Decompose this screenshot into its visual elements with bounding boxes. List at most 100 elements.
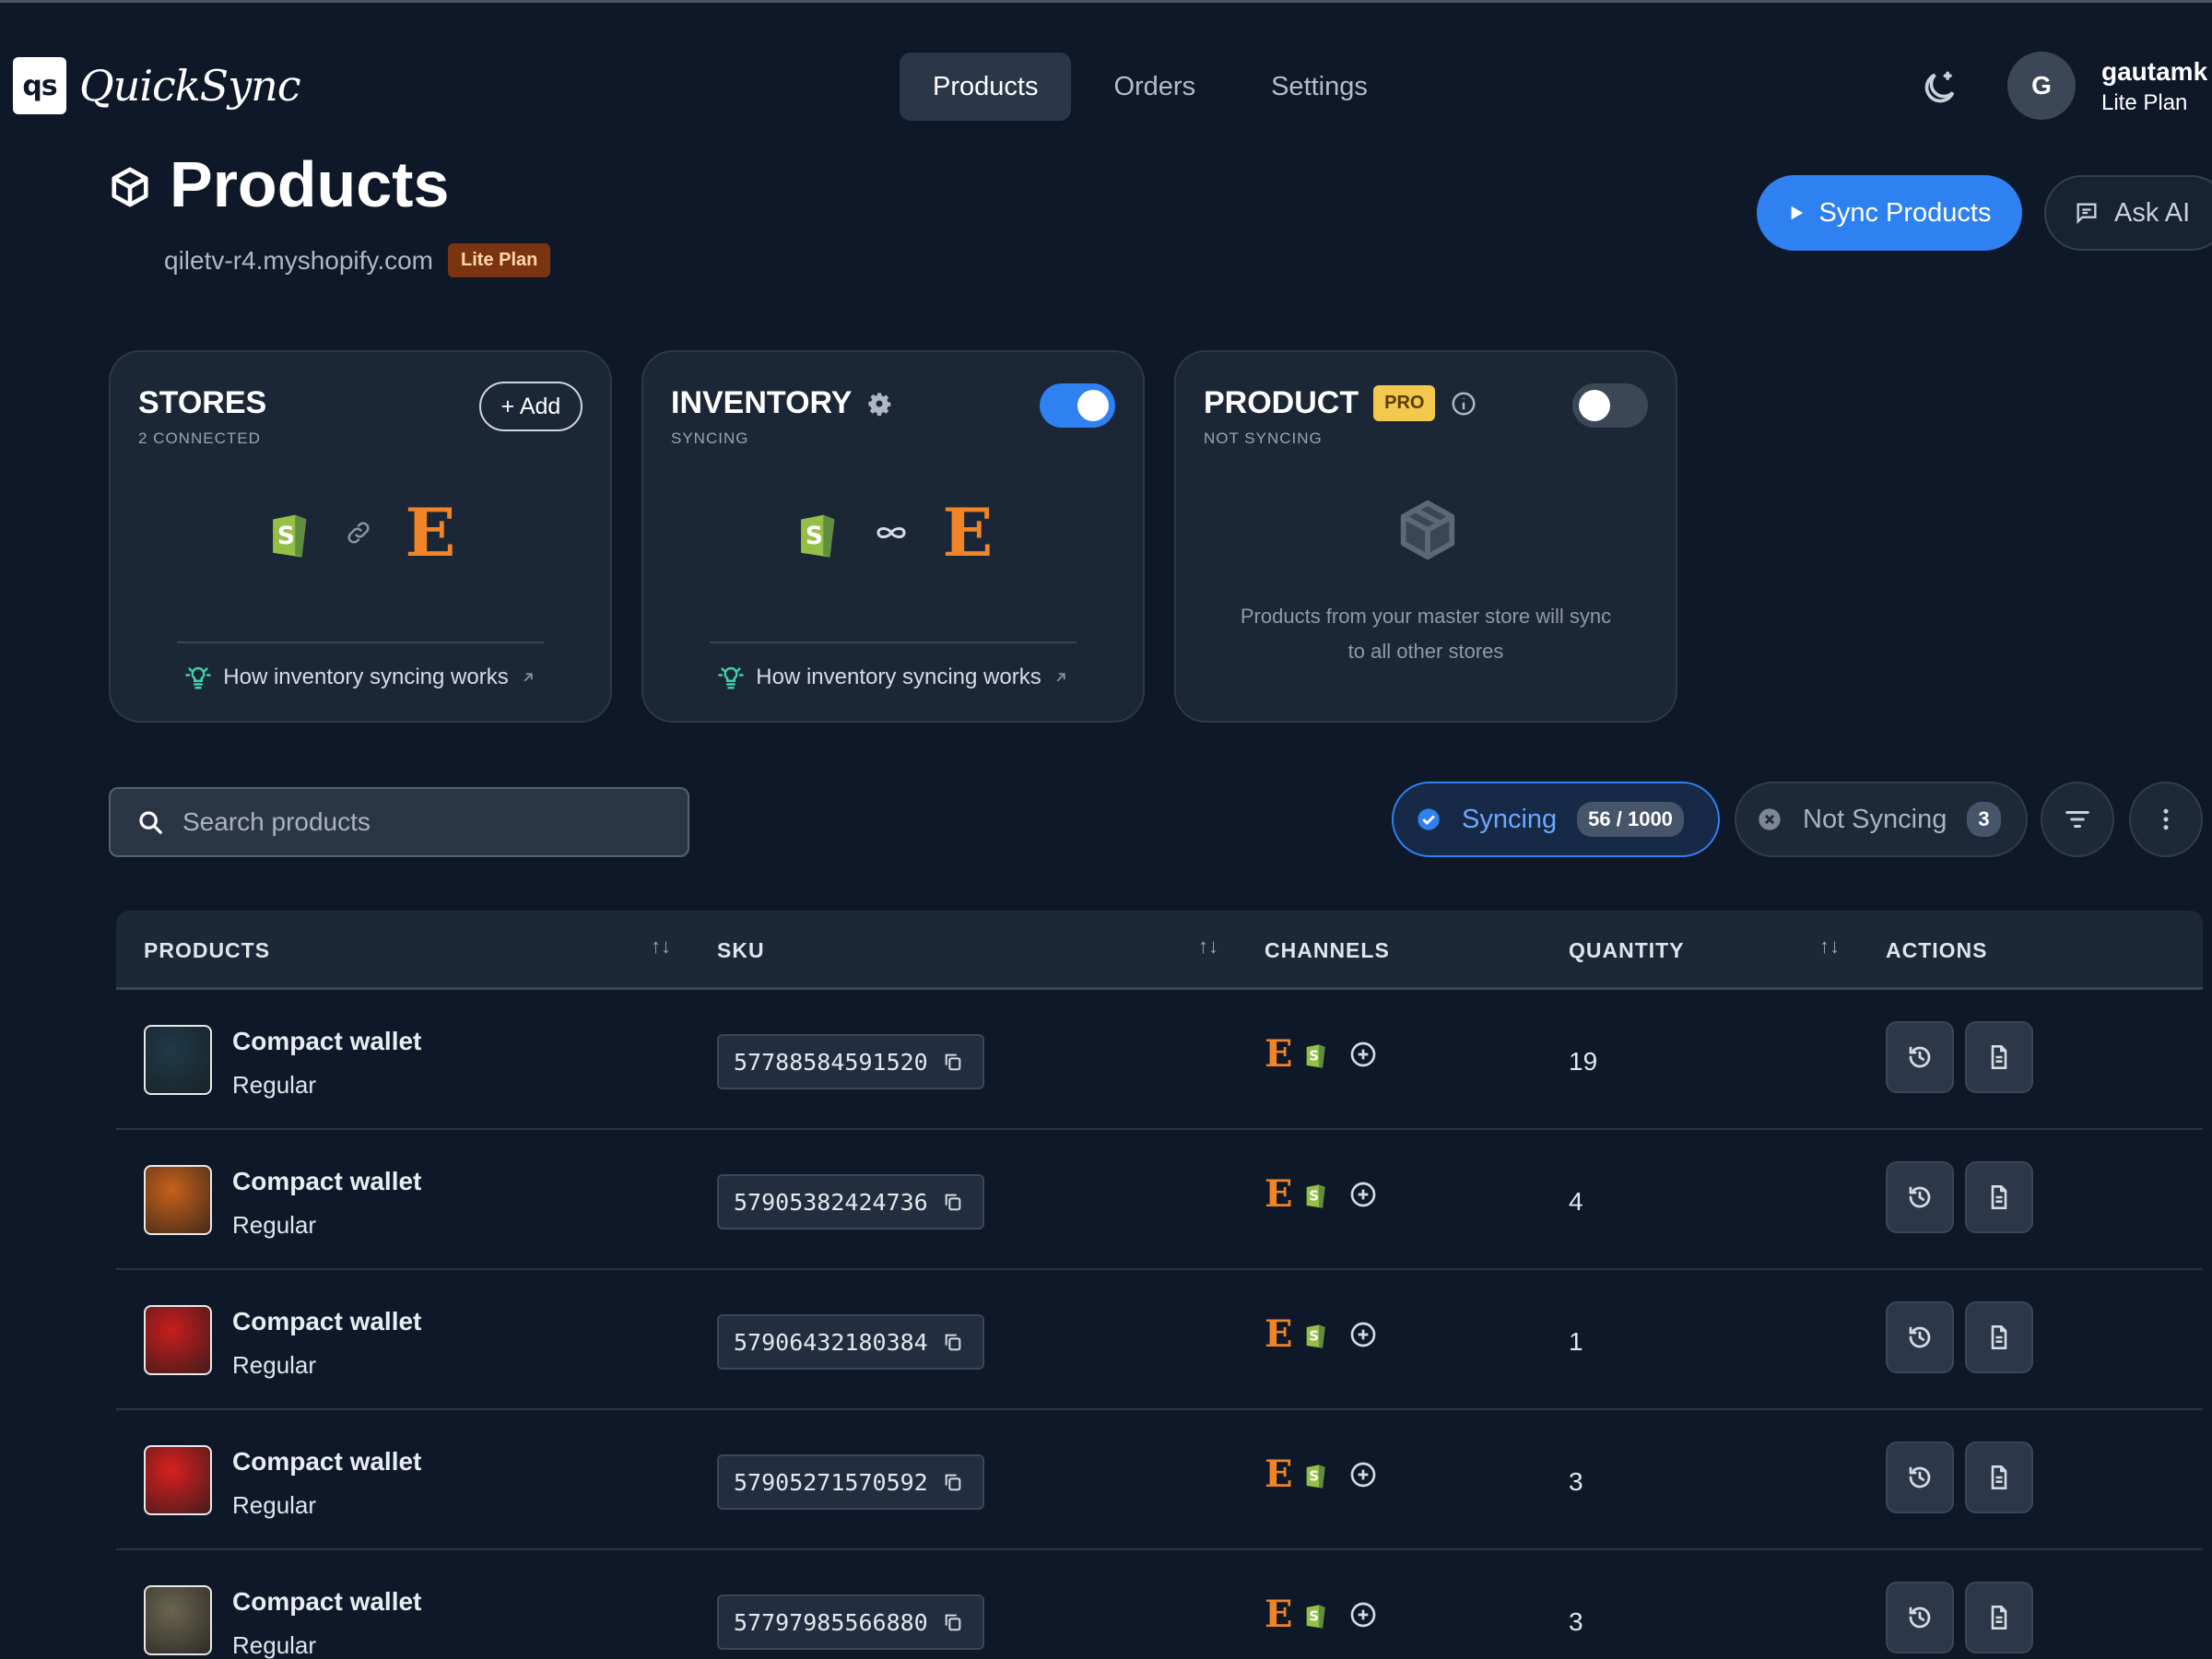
quantity-value: 19 [1569, 1047, 1598, 1076]
column-header-channels: CHANNELS [1265, 938, 1390, 962]
history-icon [1909, 1326, 1931, 1348]
user-name: gautamk [2101, 57, 2208, 86]
search-box[interactable] [109, 787, 689, 857]
stores-card: STORES 2 CONNECTED + Add S E How invento… [109, 350, 612, 723]
copy-icon[interactable] [943, 1472, 963, 1492]
product-name[interactable]: Compact wallet [232, 1027, 421, 1056]
inventory-title: INVENTORY [671, 385, 853, 420]
sort-icon[interactable]: ↑↓ [651, 935, 671, 959]
gear-icon[interactable] [866, 391, 892, 417]
add-circle-icon[interactable] [1348, 1040, 1378, 1069]
filter-button[interactable] [2041, 782, 2114, 857]
history-button[interactable] [1886, 1582, 1954, 1653]
details-button[interactable] [1965, 1161, 2033, 1233]
sku-value: 57797985566880 [734, 1608, 928, 1636]
history-icon [1909, 1186, 1931, 1208]
how-syncing-label: How inventory syncing works [756, 665, 1041, 689]
more-options-button[interactable] [2129, 782, 2203, 857]
shopify-icon: S [1306, 1044, 1325, 1068]
syncing-label: Syncing [1462, 804, 1558, 834]
column-header-sku[interactable]: SKU [717, 938, 765, 963]
link-icon [347, 522, 370, 544]
add-store-button[interactable]: + Add [479, 382, 582, 431]
shopify-icon: S [1306, 1465, 1325, 1488]
store-domain: qiletv-r4.myshopify.com [164, 245, 434, 275]
copy-icon[interactable] [943, 1052, 963, 1072]
how-syncing-link[interactable]: How inventory syncing works [643, 664, 1143, 691]
search-icon [139, 811, 162, 834]
add-circle-icon[interactable] [1348, 1180, 1378, 1209]
avatar[interactable]: G [2007, 52, 2076, 120]
info-icon[interactable] [1450, 390, 1477, 418]
table-row[interactable]: Compact wallet Regular 57905382424736 E … [116, 1130, 2203, 1270]
copy-icon[interactable] [943, 1332, 963, 1352]
sync-products-label: Sync Products [1818, 197, 1992, 228]
app-name: QuickSync [79, 61, 301, 111]
tab-settings[interactable]: Settings [1238, 53, 1401, 121]
shopify-icon: S [272, 514, 306, 558]
etsy-icon: E [1265, 1453, 1293, 1496]
etsy-icon: E [1265, 1032, 1293, 1076]
details-button[interactable] [1965, 1582, 2033, 1653]
user-info[interactable]: gautamk Lite Plan [2101, 57, 2212, 116]
search-input[interactable] [182, 807, 662, 837]
product-name[interactable]: Compact wallet [232, 1447, 421, 1477]
ask-ai-button[interactable]: Ask AI [2044, 175, 2212, 251]
plan-badge: Lite Plan [448, 243, 551, 277]
play-icon [1791, 206, 1803, 220]
table-row[interactable]: Compact wallet Regular 57905271570592 E … [116, 1410, 2203, 1550]
product-name[interactable]: Compact wallet [232, 1307, 421, 1336]
copy-icon[interactable] [943, 1192, 963, 1212]
sku-value: 57788584591520 [734, 1048, 928, 1076]
column-header-quantity[interactable]: QUANTITY [1569, 938, 1685, 963]
details-button[interactable] [1965, 1301, 2033, 1373]
svg-text:S: S [805, 522, 822, 550]
products-table: PRODUCTS ↑↓ SKU ↑↓ CHANNELS QUANTITY ↑↓ … [116, 911, 2203, 1659]
etsy-icon: E [1265, 1172, 1293, 1216]
channels-cell: E S [1265, 1036, 1378, 1073]
history-button[interactable] [1886, 1441, 1954, 1513]
add-circle-icon[interactable] [1348, 1460, 1378, 1489]
product-name[interactable]: Compact wallet [232, 1167, 421, 1196]
column-header-products[interactable]: PRODUCTS [144, 938, 270, 963]
product-thumbnail[interactable] [144, 1445, 212, 1515]
sort-icon[interactable]: ↑↓ [1819, 935, 1840, 959]
copy-icon[interactable] [943, 1612, 963, 1632]
product-thumbnail[interactable] [144, 1305, 212, 1375]
history-button[interactable] [1886, 1301, 1954, 1373]
product-sync-toggle[interactable] [1572, 383, 1648, 428]
product-thumbnail[interactable] [144, 1025, 212, 1095]
inventory-sync-toggle[interactable] [1040, 383, 1115, 428]
quantity-value: 3 [1569, 1607, 1583, 1636]
tab-products[interactable]: Products [900, 53, 1072, 121]
app-logo[interactable]: qs QuickSync [13, 57, 301, 114]
how-syncing-link[interactable]: How inventory syncing works [111, 664, 610, 691]
add-circle-icon[interactable] [1348, 1600, 1378, 1630]
table-row[interactable]: Compact wallet Regular 57906432180384 E … [116, 1270, 2203, 1410]
history-button[interactable] [1886, 1021, 1954, 1093]
not-syncing-filter-chip[interactable]: Not Syncing 3 [1735, 782, 2028, 857]
details-button[interactable] [1965, 1021, 2033, 1093]
sku-field: 57905382424736 [717, 1174, 984, 1230]
store-domain-row: qiletv-r4.myshopify.com Lite Plan [164, 243, 551, 277]
x-circle-icon [1759, 808, 1781, 830]
page-title: Products [170, 148, 450, 220]
sort-icon[interactable]: ↑↓ [1198, 935, 1218, 959]
quantity-value: 4 [1569, 1187, 1583, 1216]
moon-icon[interactable] [1919, 68, 1959, 109]
syncing-filter-chip[interactable]: Syncing 56 / 1000 [1392, 782, 1720, 857]
product-thumbnail[interactable] [144, 1165, 212, 1235]
product-thumbnail[interactable] [144, 1585, 212, 1655]
table-row[interactable]: Compact wallet Regular 57788584591520 E … [116, 990, 2203, 1130]
table-row[interactable]: Compact wallet Regular 57797985566880 E … [116, 1550, 2203, 1659]
add-circle-icon[interactable] [1348, 1320, 1378, 1349]
history-icon [1909, 1046, 1931, 1068]
lightbulb-icon [185, 666, 212, 689]
product-name[interactable]: Compact wallet [232, 1587, 421, 1617]
tab-orders[interactable]: Orders [1080, 53, 1229, 121]
product-variant: Regular [232, 1351, 317, 1379]
history-button[interactable] [1886, 1161, 1954, 1233]
lightbulb-icon [718, 666, 745, 689]
details-button[interactable] [1965, 1441, 2033, 1513]
sync-products-button[interactable]: Sync Products [1757, 175, 2022, 251]
